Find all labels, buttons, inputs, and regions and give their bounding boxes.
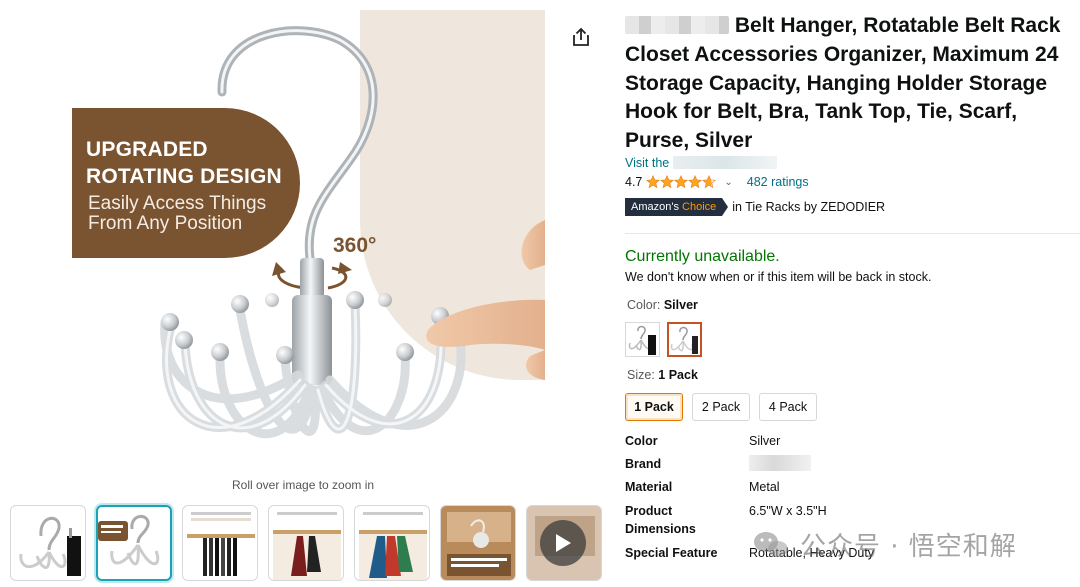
size-label: Size: 1 Pack <box>627 368 698 382</box>
section-divider <box>625 233 1080 234</box>
spec-value: Metal <box>749 480 780 494</box>
availability-note: We don't know when or if this item will … <box>625 270 932 284</box>
spec-key: Material <box>625 480 673 494</box>
belt-hanger-illustration <box>160 26 545 439</box>
half-star-icon <box>702 175 717 189</box>
spec-key: Product Dimensions <box>625 504 696 536</box>
thumbnail-2[interactable] <box>96 505 172 581</box>
thumbnail-6[interactable] <box>440 505 516 581</box>
chevron-down-icon[interactable]: ⌄ <box>724 177 732 188</box>
spec-value-brand-redacted <box>749 455 811 476</box>
thumbnail-1[interactable] <box>10 505 86 581</box>
store-name-redaction <box>672 156 777 169</box>
color-label: Color: Silver <box>627 298 698 312</box>
ratings-count-link[interactable]: 482 ratings <box>747 175 809 189</box>
availability-status: Currently unavailable. <box>625 248 780 265</box>
star-icon <box>646 175 661 189</box>
size-option-1-pack[interactable]: 1 Pack <box>625 393 683 421</box>
size-option-2-pack[interactable]: 2 Pack <box>692 393 750 421</box>
product-title: Belt Hanger, Rotatable Belt Rack Closet … <box>625 14 1061 153</box>
amazons-choice-badge: Amazon's Choice <box>625 198 729 216</box>
main-product-image[interactable]: UPGRADED ROTATING DESIGN Easily Access T… <box>0 0 560 500</box>
play-icon[interactable] <box>540 520 586 566</box>
visit-store-link[interactable]: Visit the <box>625 156 777 170</box>
brand-redaction <box>625 16 729 34</box>
video-thumbnail[interactable] <box>526 505 602 581</box>
thumbnail-4[interactable] <box>268 505 344 581</box>
selected-color: Silver <box>663 298 698 312</box>
spec-value: 6.5"W x 3.5"H <box>749 504 827 518</box>
star-icon <box>660 175 675 189</box>
spec-key: Brand <box>625 457 662 471</box>
rotation-degree-label: 360° <box>333 234 377 257</box>
thumbnail-5[interactable] <box>354 505 430 581</box>
star-icon <box>674 175 689 189</box>
share-icon[interactable] <box>570 26 592 48</box>
thumbnail-strip <box>10 505 606 581</box>
size-option-4-pack[interactable]: 4 Pack <box>759 393 817 421</box>
color-swatch-black[interactable] <box>625 322 660 357</box>
rating-value: 4.7 <box>625 175 643 189</box>
star-rating[interactable] <box>646 175 717 189</box>
star-icon <box>688 175 703 189</box>
spec-key: Special Feature <box>625 546 718 560</box>
watermark: 公众号 · 悟空和解 <box>752 526 1017 563</box>
rating-row: 4.7 ⌄ 482 ratings <box>625 175 809 189</box>
amazons-choice-row: Amazon's Choice in Tie Racks by ZEDODIER <box>625 198 885 216</box>
spec-value: Silver <box>749 434 781 448</box>
wechat-icon <box>754 531 788 557</box>
choice-context[interactable]: in Tie Racks by ZEDODIER <box>732 200 885 214</box>
zoom-caption: Roll over image to zoom in <box>232 478 375 492</box>
selected-size: 1 Pack <box>658 368 698 382</box>
color-swatch-silver[interactable] <box>667 322 702 357</box>
spec-key: Color <box>625 434 658 448</box>
thumbnail-3[interactable] <box>182 505 258 581</box>
